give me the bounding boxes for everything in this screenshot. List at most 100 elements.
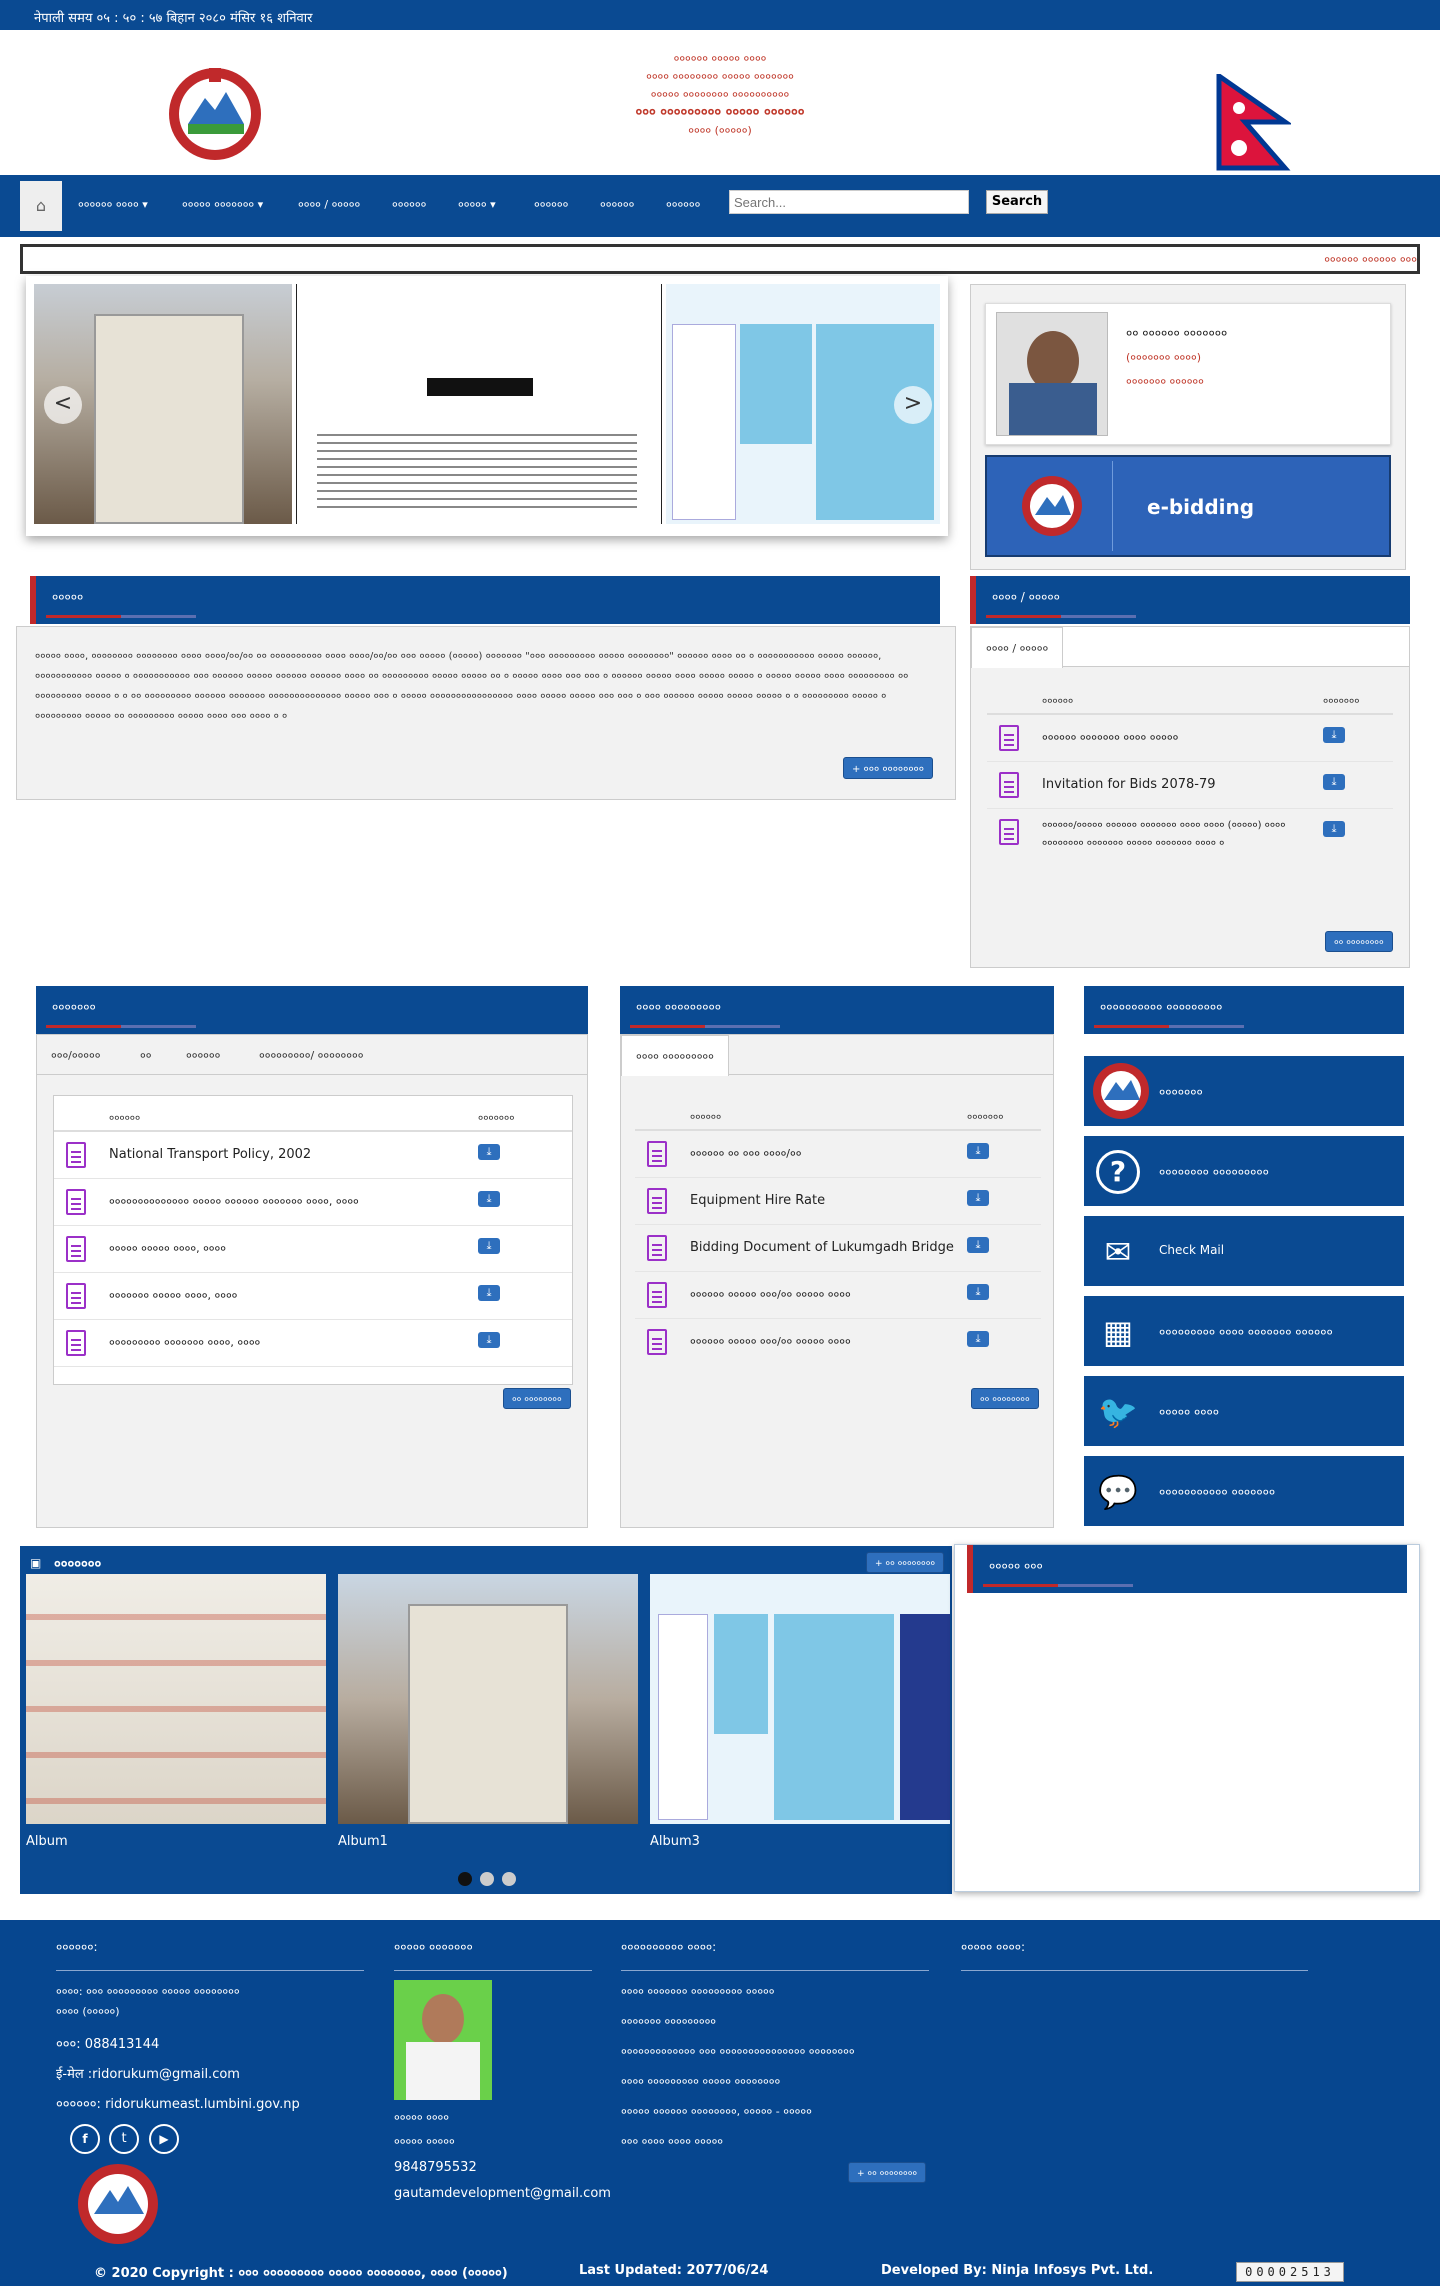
tab-notice[interactable]: ०००० / ००००० (971, 627, 1064, 668)
header-line-3: ००००० ०००००००० ०००००००००० (650, 88, 790, 101)
footer-email[interactable]: ई-मेल :ridorukum@gmail.com (56, 2064, 240, 2082)
notice-view-all-button[interactable]: ०० ०००००००० (1325, 931, 1393, 952)
developer-credit[interactable]: Developed By: Ninja Infosys Pvt. Ltd. (881, 2263, 1153, 2278)
news-ticker[interactable]: ०००००० ०००००० ००० (20, 244, 1420, 274)
chief-name: ०० ०००००० ००००००० (1126, 326, 1228, 340)
notice-table-header: ०००००० ००००००० (987, 679, 1393, 715)
ticker-text: ०००००० ०००००० ००० (1324, 253, 1417, 266)
slide-bid-notice-image (296, 284, 662, 524)
download-icon[interactable]: ⤓ (478, 1144, 500, 1160)
nav-item-7[interactable]: ०००००० (600, 197, 634, 212)
home-icon[interactable]: ⌂ (20, 181, 62, 231)
document-icon (647, 1235, 667, 1261)
procure-tabs: ०००० ००००००००० (621, 1035, 1053, 1076)
procure-view-all-button[interactable]: ०० ०००००००० (971, 1388, 1039, 1409)
nav-item-notice[interactable]: ०००० / ००००० (298, 197, 360, 212)
service-faq[interactable]: ? ०००००००० ००००००००० (1084, 1136, 1404, 1206)
nav-item-4[interactable]: ०००००० (392, 197, 426, 212)
docs-title-bar: ००००००० (36, 986, 588, 1034)
nav-item-8[interactable]: ०००००० (666, 197, 700, 212)
docs-title: ००००००० (52, 1000, 96, 1014)
nav-item-org[interactable]: ००००० ००००००० ▾ (182, 197, 263, 212)
download-icon[interactable]: ⤓ (1323, 774, 1345, 790)
ebidding-emblem-icon (1022, 476, 1082, 536)
office-location: ०००० (०००००) (688, 124, 752, 137)
document-icon (66, 1189, 86, 1215)
album3-caption: Album3 (650, 1834, 700, 1849)
info-officer-email[interactable]: gautamdevelopment@gmail.com (394, 2186, 611, 2201)
document-icon (66, 1330, 86, 1356)
gallery-view-all-button[interactable]: + ०० ०००००००० (866, 1552, 945, 1573)
search-input[interactable] (729, 190, 969, 214)
search-button[interactable]: Search (986, 190, 1048, 214)
download-icon[interactable]: ⤓ (967, 1331, 989, 1347)
twitter-icon: 🐦 (1098, 1393, 1138, 1431)
tab-standards[interactable]: ०००००००००/ ०००००००० (259, 1048, 363, 1063)
service-citizen-charter[interactable]: ००००००० (1084, 1056, 1404, 1126)
services-title: ०००००००००० ००००००००० (1100, 1000, 1223, 1014)
header-line-2: ०००० ०००००००० ००००० ००००००० (646, 70, 794, 83)
docs-view-all-button[interactable]: ०० ०००००००० (503, 1388, 571, 1409)
notice-title-bar: ०००० / ००००० (970, 576, 1410, 624)
twitter-icon[interactable]: t (109, 2124, 139, 2154)
divider (56, 1970, 364, 1971)
service-feedback[interactable]: 💬 ००००००००००० ००००००० (1084, 1456, 1404, 1526)
tab-act-rules[interactable]: ०००/००००० (51, 1048, 100, 1063)
table-row: ००००००० ००००० ००००, ०००० ⤓ (54, 1273, 572, 1320)
government-emblem-logo[interactable] (160, 62, 270, 166)
notice-table: ०००००० ००००००० ०००००० ००००००० ०००० ००००० ⤓… (987, 679, 1393, 865)
table-row: ०००००००००००००० ००००० ०००००० ००००००० ००००… (54, 1179, 572, 1226)
carousel-dot-3[interactable] (502, 1872, 516, 1886)
album1-image-building[interactable] (338, 1574, 638, 1824)
album3-image-covid[interactable] (650, 1574, 950, 1824)
service-check-mail[interactable]: ✉ Check Mail (1084, 1216, 1404, 1286)
facebook-icon[interactable]: f (70, 2124, 100, 2154)
album-image-signboard[interactable] (26, 1574, 326, 1824)
footer-link-6[interactable]: ००० ०००० ०००० ००००० (621, 2134, 723, 2149)
download-icon[interactable]: ⤓ (967, 1237, 989, 1253)
footer-website[interactable]: ००००००: ridorukumeast.lumbini.gov.np (56, 2094, 300, 2112)
document-icon (999, 772, 1019, 798)
download-icon[interactable]: ⤓ (478, 1285, 500, 1301)
download-icon[interactable]: ⤓ (967, 1143, 989, 1159)
footer-links-more-button[interactable]: + ०० ०००००००० (848, 2162, 927, 2183)
footer-visitors-heading: ००००० ००००: (961, 1940, 1026, 1954)
download-icon[interactable]: ⤓ (967, 1190, 989, 1206)
tab-procurement[interactable]: ०००० ००००००००० (621, 1035, 729, 1076)
intro-read-more-button[interactable]: + ००० ०००००००० (843, 757, 933, 779)
tab-guidelines[interactable]: ०००००० (186, 1048, 220, 1063)
carousel-dot-2[interactable] (480, 1872, 494, 1886)
download-icon[interactable]: ⤓ (478, 1332, 500, 1348)
nav-item-about[interactable]: ०००००० ०००० ▾ (78, 197, 148, 212)
nav-item-6[interactable]: ०००००० (534, 197, 568, 212)
carousel-dot-1[interactable] (458, 1872, 472, 1886)
footer-link-4[interactable]: ०००० ००००००००० ००००० ०००००००० (621, 2074, 780, 2089)
ebidding-button[interactable]: e-bidding (985, 455, 1391, 557)
download-icon[interactable]: ⤓ (478, 1238, 500, 1254)
info-officer-role: ००००० ००००० (394, 2135, 455, 2148)
nav-item-5[interactable]: ००००० ▾ (458, 197, 496, 212)
download-icon[interactable]: ⤓ (1323, 821, 1345, 837)
footer-address: ००००: ००० ००००००००० ००००० ०००००००० (56, 1985, 240, 1998)
tab-policy[interactable]: ०० (140, 1048, 151, 1063)
procure-panel: ०००० ००००००००० ०००००० ००००००० ०००००० ०० ०… (620, 1034, 1054, 1528)
footer-link-2[interactable]: ००००००० ००००००००० (621, 2014, 716, 2029)
service-calculator[interactable]: ▦ ००००००००० ०००० ००००००० ०००००० (1084, 1296, 1404, 1366)
copyright: © 2020 Copyright : ००० ००००००००० ००००० ०… (94, 2266, 508, 2281)
download-icon[interactable]: ⤓ (967, 1284, 989, 1300)
table-row: ००००००/००००० ०००००० ००००००० ०००० ०००० (०… (987, 809, 1393, 865)
download-icon[interactable]: ⤓ (478, 1191, 500, 1207)
download-icon[interactable]: ⤓ (1323, 727, 1345, 743)
footer-link-5[interactable]: ००००० ०००००० ००००००००, ००००० - ००००० (621, 2104, 812, 2119)
slider-next-button[interactable]: > (894, 386, 932, 424)
table-row: ००००००००० ००००००० ००००, ०००० ⤓ (54, 1320, 572, 1367)
document-icon (647, 1188, 667, 1214)
emblem-icon (1093, 1063, 1149, 1119)
slider-prev-button[interactable]: < (44, 386, 82, 424)
header-line-1: ०००००० ००००० ०००० (673, 52, 767, 65)
footer-link-1[interactable]: ०००० ००००००० ००००००००० ००००० (621, 1984, 775, 1999)
service-twitter[interactable]: 🐦 ००००० ०००० (1084, 1376, 1404, 1446)
document-icon (999, 725, 1019, 751)
youtube-icon[interactable]: ▶ (149, 2124, 179, 2154)
footer-link-3[interactable]: ००००००००००००० ००० ००००००००००००००० ००००००… (621, 2044, 855, 2059)
